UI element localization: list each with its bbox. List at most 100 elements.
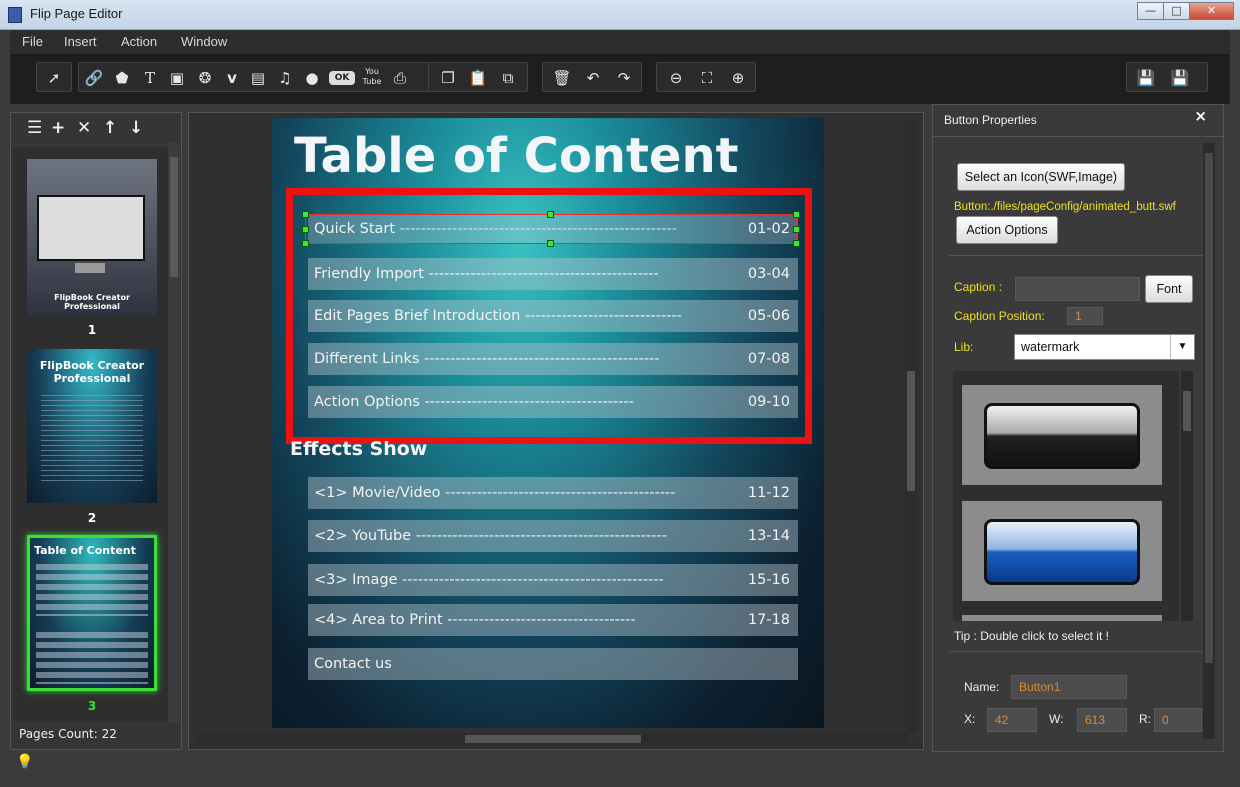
page-thumb-2[interactable]: FlipBook Creator Professional — [27, 349, 157, 503]
text-icon[interactable]: T — [139, 67, 161, 89]
remove-page-icon[interactable]: ✕ — [77, 118, 91, 138]
menu-window[interactable]: Window — [181, 34, 227, 49]
r-input[interactable]: 0 — [1154, 708, 1202, 732]
video-icon[interactable]: ▤ — [247, 67, 269, 89]
icon-tile-blue[interactable] — [962, 501, 1162, 601]
youtube-icon[interactable]: You Tube — [360, 67, 384, 89]
x-input[interactable]: 42 — [987, 708, 1037, 732]
lightbulb-icon: 💡 — [16, 754, 34, 770]
menu-insert[interactable]: Insert — [64, 34, 97, 49]
insert-group: 🔗 ⬟ T ▣ ❂ v ▤ ♫ ● OK You Tube ⎙ — [78, 62, 430, 92]
resize-handle[interactable] — [302, 226, 309, 233]
resize-handle[interactable] — [547, 240, 554, 247]
toc-leader: ----------------------------------------… — [445, 485, 676, 501]
zoom-in-icon[interactable]: ⊕ — [727, 67, 749, 89]
menu-action[interactable]: Action — [121, 34, 157, 49]
name-input[interactable]: Button1 — [1011, 675, 1127, 699]
close-icon[interactable]: × — [1194, 107, 1207, 125]
thumbnail-list: FlipBook Creator Professional 1 FlipBook… — [13, 147, 168, 721]
paste-icon[interactable]: 📋 — [467, 67, 489, 89]
canvas-vscrollbar[interactable] — [905, 121, 917, 733]
close-button[interactable]: ✕ — [1189, 2, 1234, 20]
move-down-icon[interactable]: ↓ — [129, 118, 143, 138]
save-as-icon[interactable]: 💾 — [1169, 67, 1191, 89]
chevron-down-icon[interactable]: ▼ — [1170, 335, 1194, 359]
canvas-hscrollbar[interactable] — [197, 733, 907, 745]
save-icon[interactable]: 💾 — [1135, 67, 1157, 89]
redo-icon[interactable]: ↷ — [613, 67, 635, 89]
scroll-thumb[interactable] — [907, 371, 915, 491]
window-controls: — □ ✕ — [1137, 2, 1234, 20]
action-options-button[interactable]: Action Options — [956, 216, 1058, 244]
resize-handle[interactable] — [302, 240, 309, 247]
effects-item-print[interactable]: <4> Area to Print ----------------------… — [308, 604, 798, 636]
select-tool-icon[interactable]: ➚ — [43, 67, 65, 89]
flash-icon[interactable]: ● — [301, 67, 323, 89]
effects-item-image[interactable]: <3> Image ------------------------------… — [308, 564, 798, 596]
font-button[interactable]: Font — [1145, 275, 1193, 303]
toc-label: <3> Image — [314, 572, 398, 588]
minimize-button[interactable]: — — [1137, 2, 1164, 20]
toc-pages: 13-14 — [747, 528, 790, 544]
lib-select[interactable]: watermark ▼ — [1014, 334, 1195, 360]
copy-icon[interactable]: ❐ — [437, 67, 459, 89]
toc-pages: 15-16 — [747, 572, 790, 588]
delete-icon[interactable]: 🗑 — [551, 67, 573, 89]
button-icon[interactable]: OK — [329, 71, 355, 85]
resize-handle[interactable] — [793, 226, 800, 233]
clipboard-group: ❐ 📋 ⧉ — [428, 62, 528, 92]
shape-icon[interactable]: ⬟ — [111, 67, 133, 89]
move-up-icon[interactable]: ↑ — [103, 118, 117, 138]
menu-file[interactable]: File — [22, 34, 43, 49]
fit-icon[interactable]: ⛶ — [696, 67, 718, 89]
image-icon[interactable]: ▣ — [166, 67, 188, 89]
icon-tile-black[interactable] — [962, 385, 1162, 485]
link-icon[interactable]: 🔗 — [83, 67, 105, 89]
resize-handle[interactable] — [793, 211, 800, 218]
swf-icon[interactable]: ❂ — [194, 67, 216, 89]
caption-position-stepper[interactable]: 1 — [1067, 307, 1103, 325]
undo-icon[interactable]: ↶ — [582, 67, 604, 89]
thumb-effects-lines — [36, 632, 148, 684]
duplicate-icon[interactable]: ⧉ — [497, 67, 519, 89]
toc-pages: 11-12 — [747, 485, 790, 501]
properties-scrollbar[interactable] — [1203, 143, 1215, 739]
toc-pages: 17-18 — [747, 612, 790, 628]
effects-title: Effects Show — [290, 438, 428, 460]
w-input[interactable]: 613 — [1077, 708, 1127, 732]
toc-label: <1> Movie/Video — [314, 485, 441, 501]
resize-handle[interactable] — [302, 211, 309, 218]
caption-input[interactable] — [1015, 277, 1140, 301]
print-icon[interactable]: ⎙ — [389, 67, 411, 89]
page-thumb-1[interactable]: FlipBook Creator Professional — [27, 159, 157, 315]
app-icon — [8, 7, 22, 23]
effects-item-contact[interactable]: Contact us — [308, 648, 798, 680]
page-title: Table of Content — [294, 128, 739, 184]
resize-handle[interactable] — [547, 211, 554, 218]
scroll-thumb[interactable] — [465, 735, 641, 743]
thumb-title: FlipBook Creator Professional — [39, 359, 145, 385]
scroll-thumb[interactable] — [1183, 391, 1191, 431]
thumbs-scrollbar[interactable] — [168, 143, 180, 723]
list-icon[interactable]: ☰ — [27, 118, 42, 138]
thumb-toc-lines — [36, 564, 148, 616]
zoom-out-icon[interactable]: ⊖ — [665, 67, 687, 89]
effects-item-movie[interactable]: <1> Movie/Video ------------------------… — [308, 477, 798, 509]
blue-button-preview — [984, 519, 1140, 585]
zoom-group: ⊖ ⛶ ⊕ — [656, 62, 756, 92]
lib-label: Lib: — [954, 340, 974, 354]
effects-item-youtube[interactable]: <2> YouTube ----------------------------… — [308, 520, 798, 552]
select-icon-button[interactable]: Select an Icon(SWF,Image) — [957, 163, 1125, 191]
audio-icon[interactable]: ♫ — [274, 67, 296, 89]
scroll-thumb[interactable] — [170, 157, 178, 277]
icon-list-scrollbar[interactable] — [1181, 371, 1193, 621]
scroll-thumb[interactable] — [1205, 153, 1213, 663]
pages-panel: ☰ + ✕ ↑ ↓ FlipBook Creator Professional … — [10, 112, 182, 750]
page-thumb-3[interactable]: Table of Content — [27, 535, 157, 691]
vimeo-icon[interactable]: v — [221, 67, 243, 89]
resize-handle[interactable] — [793, 240, 800, 247]
name-label: Name: — [964, 680, 1000, 694]
icon-tile-partial[interactable] — [962, 615, 1162, 621]
maximize-button[interactable]: □ — [1163, 2, 1190, 20]
add-page-icon[interactable]: + — [51, 118, 65, 138]
